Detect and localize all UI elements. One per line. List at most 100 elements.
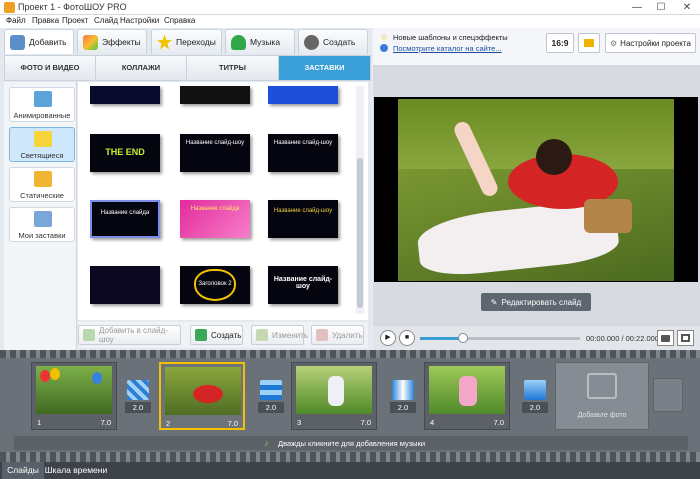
intro-thumbnail[interactable] [268, 86, 338, 104]
menu-file[interactable]: Файл [6, 16, 26, 25]
transition-2[interactable]: 2.0 [258, 380, 284, 414]
tab-music[interactable]: Музыка [225, 29, 295, 54]
empty-slot [653, 378, 683, 412]
category-label: Светящиеся [20, 151, 64, 160]
tab-effects[interactable]: Эффекты [77, 29, 147, 54]
background-icon [584, 39, 594, 47]
fullscreen-button[interactable] [677, 330, 694, 346]
menu-help[interactable]: Справка [164, 16, 195, 25]
edit-label: Изменить [272, 330, 309, 340]
thumbnail-title: Название слайда [190, 206, 240, 212]
slide-1[interactable]: 1 7.0 [31, 362, 117, 430]
progress-track[interactable] [420, 337, 580, 340]
thumbnail-title: Название слайд-шоу [273, 208, 333, 214]
subtab-collages[interactable]: КОЛЛАЖИ [96, 56, 187, 80]
music-hint: Дважды кликните для добавления музыки [278, 439, 426, 448]
menu-edit[interactable]: Правка [32, 16, 59, 25]
delete-button[interactable]: Удалить [311, 325, 364, 345]
player-bar: ▶ ■ 00:00.000 / 00:22.000 [373, 326, 700, 350]
intro-thumbnail[interactable] [90, 86, 160, 104]
add-photo-placeholder[interactable]: Добавьте фото [555, 362, 649, 430]
close-button[interactable]: ✕ [676, 0, 698, 15]
create-icon [195, 329, 207, 341]
app-icon [4, 2, 15, 13]
menu-slide[interactable]: Слайд [94, 16, 118, 25]
slide-thumbnail [296, 366, 372, 414]
star-icon [157, 34, 172, 50]
category-animated[interactable]: Анимированные [9, 87, 75, 122]
slide-thumbnail [36, 366, 112, 414]
delete-label: Удалить [332, 330, 363, 340]
add-icon [10, 34, 25, 50]
thumbnail-title: Заголовок 2 [198, 281, 232, 287]
music-track[interactable]: ♪ Дважды кликните для добавления музыки [14, 436, 688, 450]
tab-create-label: Создать [323, 37, 356, 47]
subtab-titles[interactable]: ТИТРЫ [187, 56, 279, 80]
maximize-button[interactable]: ☐ [650, 0, 672, 15]
intro-thumbnail[interactable]: Название слайд-шоу [268, 134, 338, 172]
tab-add-label: Добавить [29, 37, 67, 47]
category-my-intros[interactable]: Мои заставки [9, 207, 75, 242]
catalog-link[interactable]: Посмотрите каталог на сайте... [393, 44, 502, 53]
edit-icon [256, 329, 268, 341]
slide-4[interactable]: 4 7.0 [424, 362, 510, 430]
slide-number: 2 [166, 419, 171, 428]
slide-3[interactable]: 3 7.0 [291, 362, 377, 430]
slide-duration: 7.0 [100, 418, 111, 427]
category-static[interactable]: Статические [9, 167, 75, 202]
intro-thumbnail[interactable]: Название слайд-шоу [268, 266, 338, 304]
subtab-photo-video[interactable]: ФОТО И ВИДЕО [5, 56, 96, 80]
intro-thumbnail[interactable] [180, 86, 250, 104]
tab-create[interactable]: Создать [298, 29, 368, 54]
snapshot-button[interactable] [657, 330, 674, 346]
play-button[interactable]: ▶ [380, 330, 396, 346]
slide-2[interactable]: 2 7.0 [159, 362, 245, 430]
new-templates-text: Новые шаблоны и спецэффекты [393, 33, 508, 42]
menu-project[interactable]: Проект [62, 16, 88, 25]
background-button[interactable] [578, 33, 600, 53]
slide-girl [328, 376, 344, 406]
tab-transitions[interactable]: Переходы [151, 29, 222, 54]
glowing-icon [34, 131, 52, 147]
globe-icon [380, 44, 388, 52]
progress-knob[interactable] [458, 333, 469, 343]
transition-icon [260, 380, 282, 400]
edit-slide-label: Редактировать слайд [501, 297, 582, 307]
category-glowing[interactable]: Светящиеся [9, 127, 75, 162]
intro-thumbnail[interactable]: Название слайд-шоу [268, 200, 338, 238]
transition-icon [392, 380, 414, 400]
create-button[interactable]: Создать [190, 325, 243, 345]
balloon [92, 372, 102, 384]
menu-settings[interactable]: Настройки [120, 16, 159, 25]
scroll-thumb[interactable] [357, 158, 363, 308]
transition-4[interactable]: 2.0 [522, 380, 548, 414]
tab-slides[interactable]: Слайды [2, 462, 44, 479]
tab-timeline[interactable]: Шкала времени [44, 462, 108, 479]
minimize-button[interactable]: — [626, 0, 648, 15]
film-strip-bottom [0, 452, 700, 462]
window-title: Проект 1 - ФотоШОУ PRO [18, 2, 127, 12]
intro-thumbnail[interactable]: Заголовок 2 [180, 266, 250, 304]
subtab-intros[interactable]: ЗАСТАВКИ [279, 56, 370, 80]
transition-duration: 2.0 [522, 402, 548, 413]
intro-thumbnail[interactable]: Название слайд-шоу [180, 134, 250, 172]
intro-thumbnail[interactable]: THE END [90, 134, 160, 172]
project-settings-button[interactable]: ⚙ Настройки проекта [605, 33, 696, 53]
edit-slide-button[interactable]: ✎ Редактировать слайд [481, 293, 591, 311]
transition-3[interactable]: 2.0 [390, 380, 416, 414]
balloon [40, 370, 50, 382]
right-toolbar: ☆ Новые шаблоны и спецэффекты Посмотрите… [373, 28, 700, 65]
create-label: Создать [211, 330, 242, 340]
intro-thumbnail[interactable] [90, 266, 160, 304]
intro-thumbnail[interactable]: Название слайда [90, 200, 160, 238]
intro-thumbnail[interactable]: Название слайда [180, 200, 250, 238]
disc-icon [304, 34, 319, 50]
add-to-slideshow-button[interactable]: Добавить в слайд-шоу [78, 325, 181, 345]
transition-1[interactable]: 2.0 [125, 380, 151, 414]
stop-button[interactable]: ■ [399, 330, 415, 346]
tab-add[interactable]: Добавить [4, 29, 74, 54]
thumbnail-title: Название слайда [100, 210, 150, 216]
edit-button[interactable]: Изменить [251, 325, 308, 345]
aspect-ratio-button[interactable]: 16:9 [546, 33, 574, 53]
delete-icon [316, 329, 328, 341]
